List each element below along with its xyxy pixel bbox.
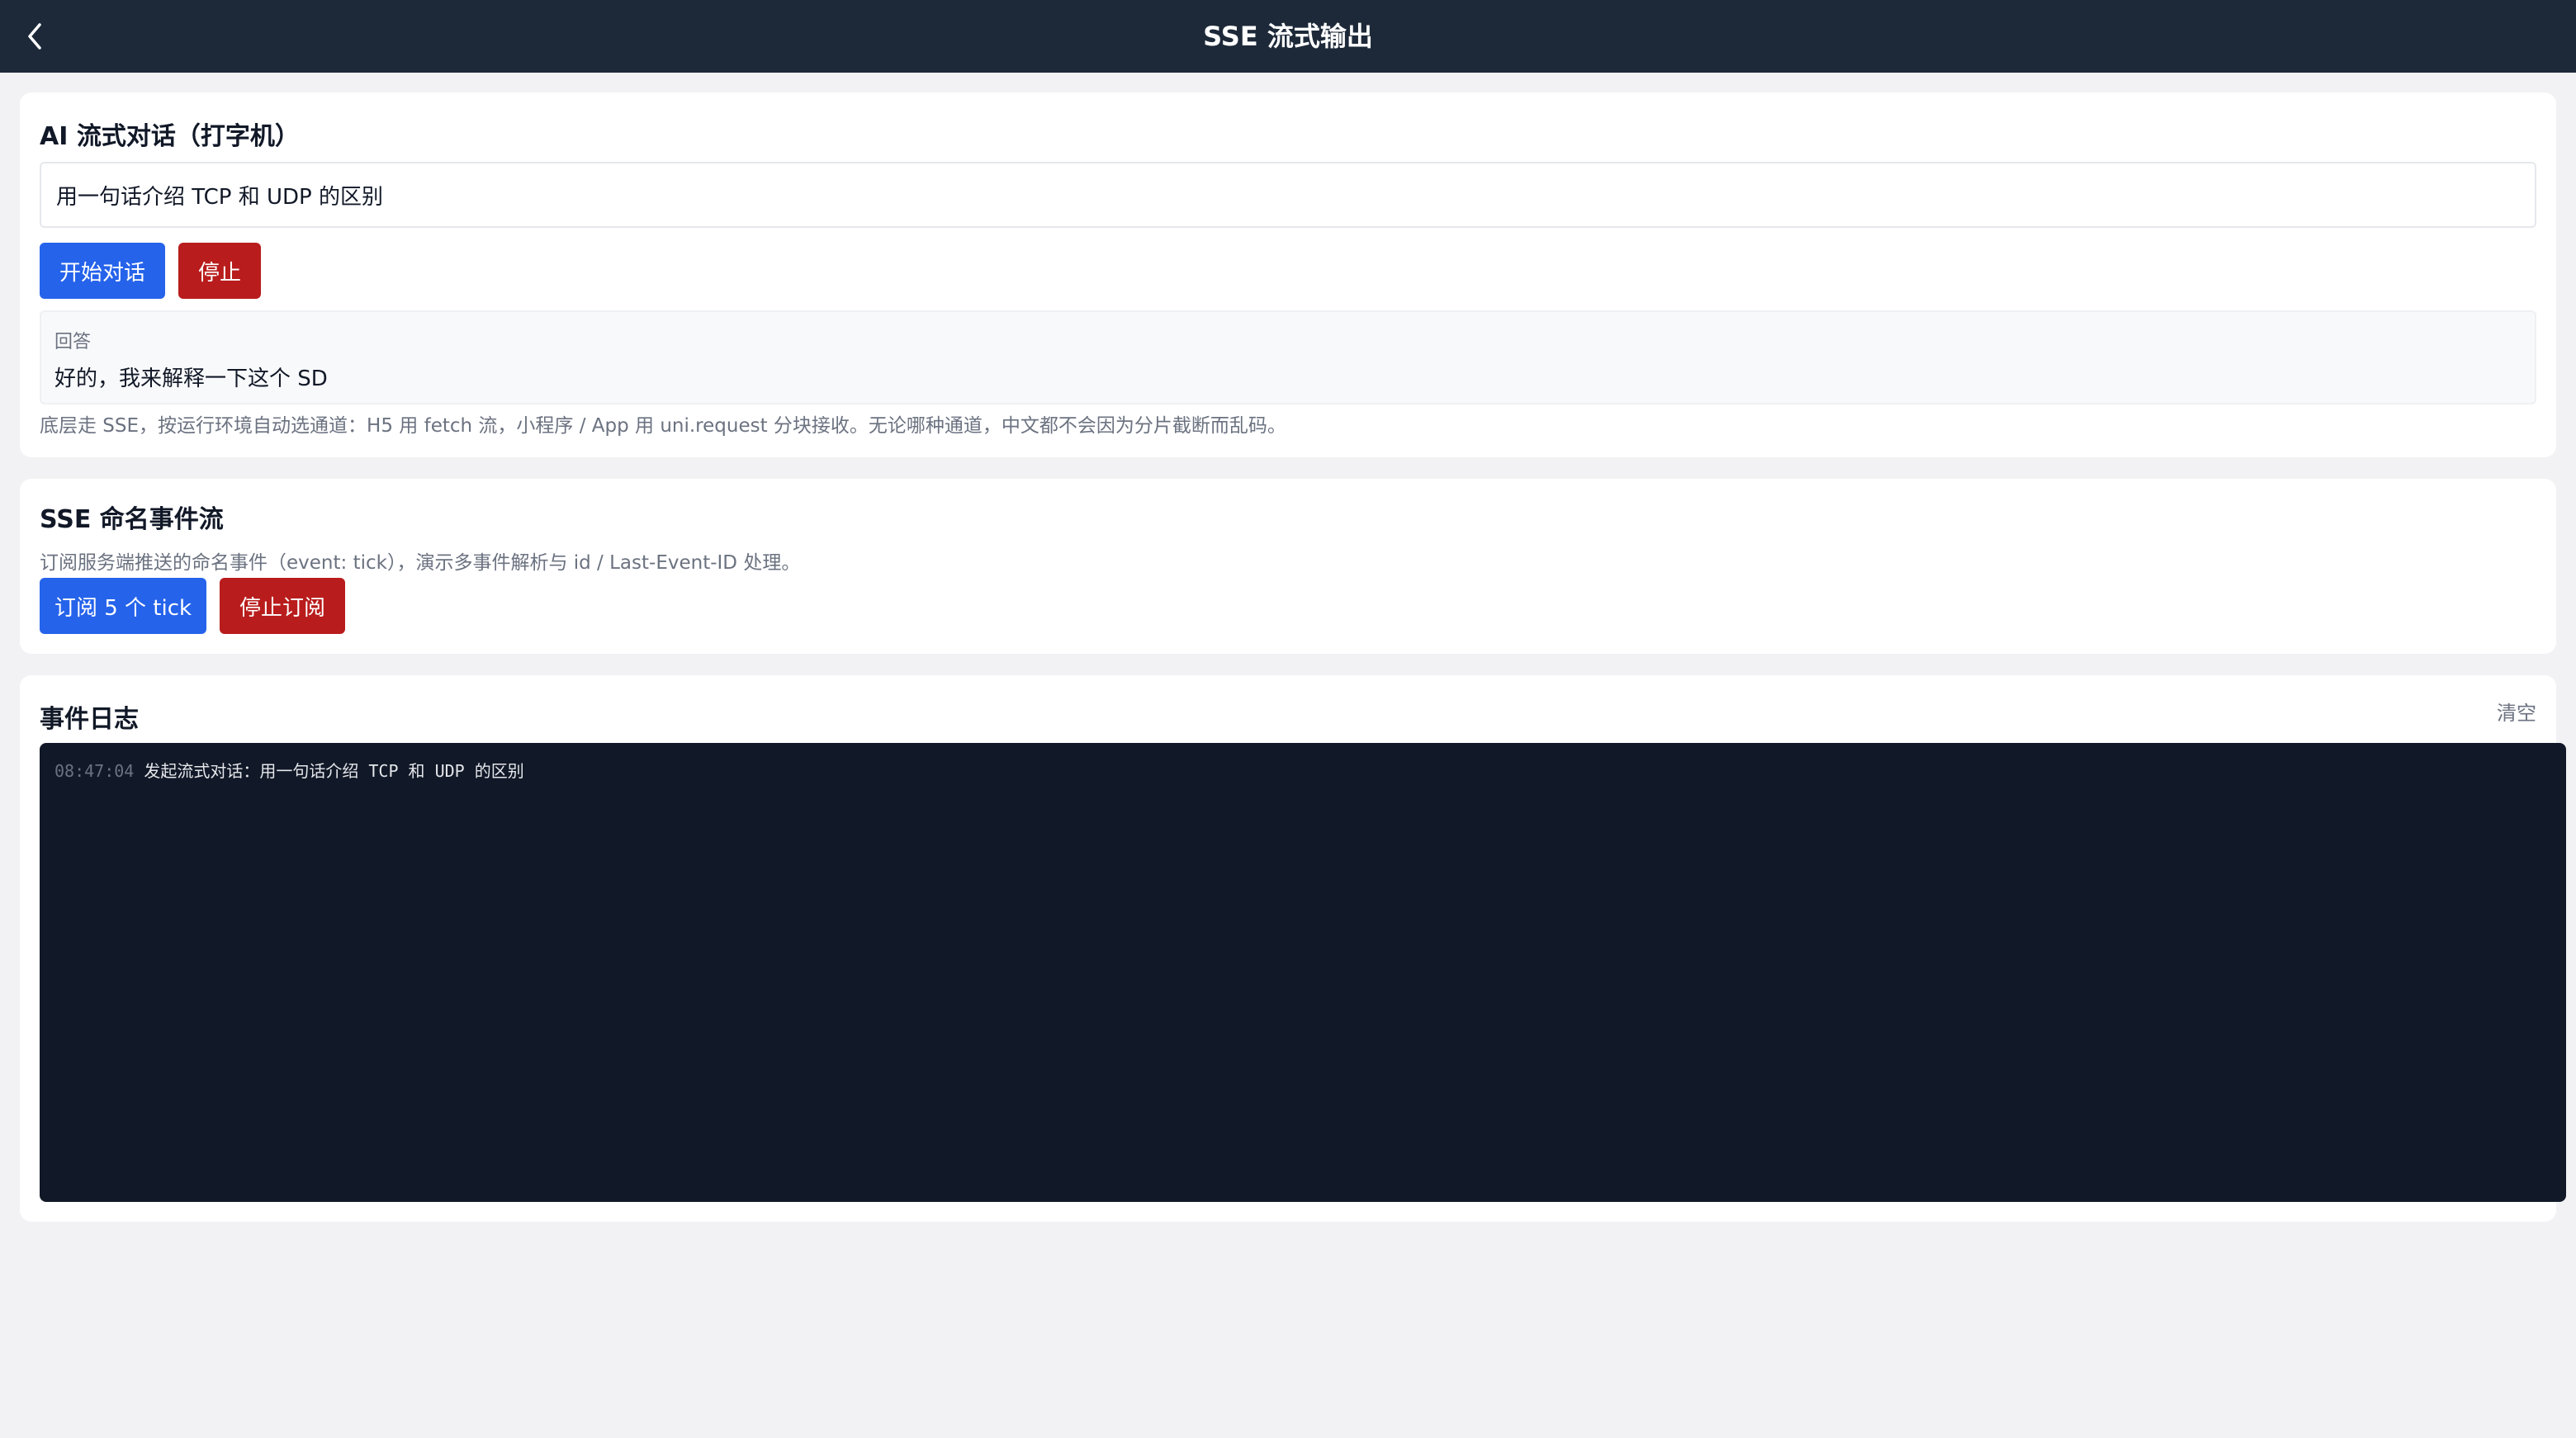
prompt-input[interactable] [40,162,2536,228]
subscribe-ticks-button[interactable]: 订阅 5 个 tick [40,578,206,634]
answer-panel: 回答 好的，我来解释一下这个 SD [40,310,2536,404]
stop-chat-button[interactable]: 停止 [178,243,261,299]
answer-label: 回答 [54,332,92,352]
chat-hint-text: 底层走 SSE，按运行环境自动选通道：H5 用 fetch 流，小程序 / Ap… [40,415,1286,437]
start-chat-button[interactable]: 开始对话 [40,243,165,299]
named-events-title: SSE 命名事件流 [40,505,224,534]
clear-log-button[interactable]: 清空 [2497,697,2536,726]
log-entry: 08:47:04 发起流式对话：用一句话介绍 TCP 和 UDP 的区别 [54,759,2551,783]
unsubscribe-button[interactable]: 停止订阅 [220,578,345,634]
named-events-description: 订阅服务端推送的命名事件（event: tick），演示多事件解析与 id / … [40,552,801,574]
top-nav-bar: SSE 流式输出 [0,0,2576,73]
log-entry-message: 发起流式对话：用一句话介绍 TCP 和 UDP 的区别 [144,761,524,781]
page-title: SSE 流式输出 [1203,21,1373,52]
chat-card-title: AI 流式对话（打字机） [40,122,300,151]
event-log-card: 事件日志 清空 08:47:04 发起流式对话：用一句话介绍 TCP 和 UDP … [20,675,2566,1222]
event-log-title: 事件日志 [40,705,139,734]
event-log-console: 08:47:04 发起流式对话：用一句话介绍 TCP 和 UDP 的区别 [40,743,2566,1202]
log-entry-time: 08:47:04 [54,761,135,781]
chat-card: AI 流式对话（打字机） 开始对话 停止 回答 好的，我来解释一下这个 SD 底… [20,92,2556,457]
answer-text: 好的，我来解释一下这个 SD [54,367,328,391]
named-events-card: SSE 命名事件流 订阅服务端推送的命名事件（event: tick），演示多事… [20,479,2556,654]
